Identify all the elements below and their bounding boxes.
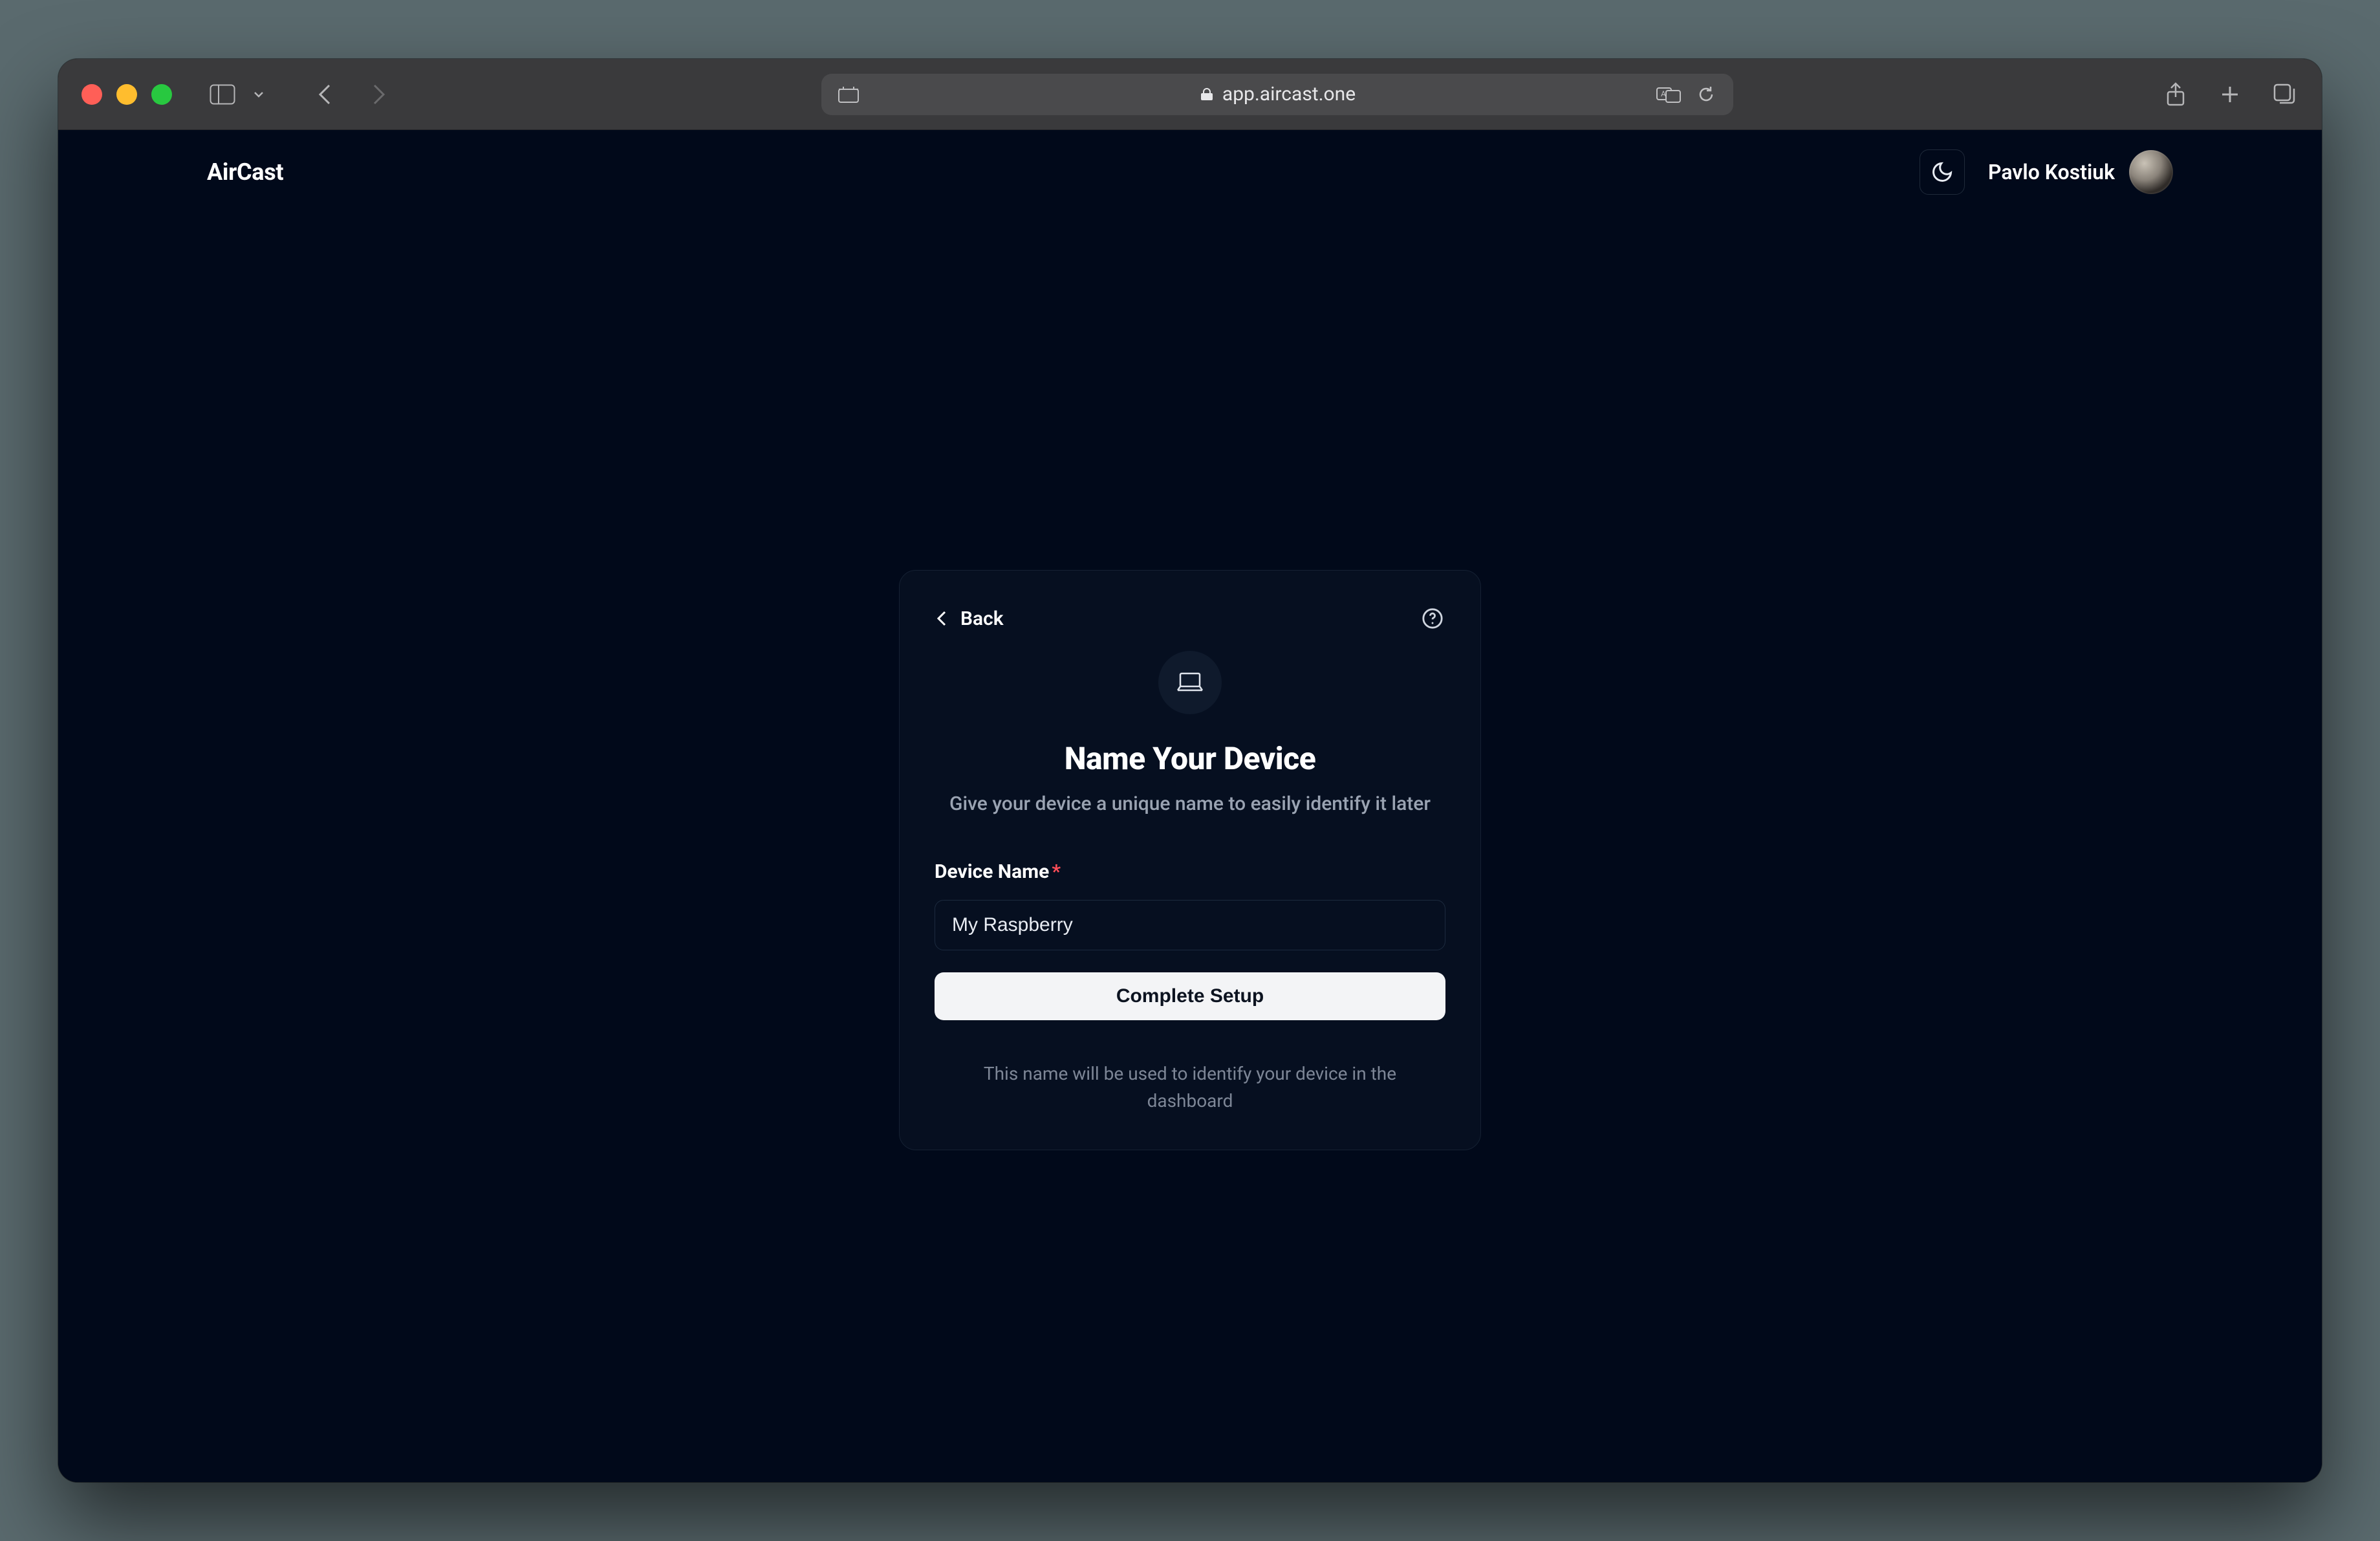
app-header: AirCast Pavlo Kostiuk (58, 130, 2322, 214)
laptop-icon (1175, 670, 1205, 695)
website-settings-icon[interactable] (834, 80, 863, 109)
close-window-button[interactable] (81, 84, 102, 105)
device-icon-bubble (1158, 651, 1222, 714)
field-label-text: Device Name (935, 860, 1049, 883)
back-label: Back (960, 607, 1004, 630)
window-controls (81, 84, 172, 105)
setup-card: Back (899, 570, 1481, 1150)
url-display: app.aircast.one (1199, 83, 1356, 105)
nav-buttons (310, 80, 393, 109)
field-label: Device Name* (935, 860, 1445, 883)
svg-text:A: A (1661, 89, 1666, 98)
card-header-row: Back (935, 606, 1445, 631)
theme-toggle-button[interactable] (1920, 149, 1965, 195)
address-bar-wrap: app.aircast.one A (821, 74, 1733, 115)
user-name: Pavlo Kostiuk (1988, 160, 2115, 184)
card-subtitle: Give your device a unique name to easily… (935, 792, 1445, 815)
hint-text: This name will be used to identify your … (935, 1060, 1445, 1115)
address-bar[interactable]: app.aircast.one A (821, 74, 1733, 115)
back-icon[interactable] (310, 80, 339, 109)
chevron-down-icon[interactable] (244, 80, 273, 109)
device-name-form: Device Name* Complete Setup This name wi… (935, 860, 1445, 1115)
help-circle-icon (1422, 607, 1444, 629)
moon-icon (1931, 160, 1954, 184)
reload-icon[interactable] (1692, 80, 1720, 109)
forward-icon (365, 80, 393, 109)
brand-logo[interactable]: AirCast (207, 158, 283, 186)
header-right: Pavlo Kostiuk (1920, 149, 2173, 195)
new-tab-icon[interactable] (2216, 80, 2244, 109)
device-name-input[interactable] (935, 900, 1445, 950)
user-menu[interactable]: Pavlo Kostiuk (1988, 150, 2173, 194)
avatar (2129, 150, 2173, 194)
share-icon[interactable] (2161, 80, 2190, 109)
complete-setup-button[interactable]: Complete Setup (935, 972, 1445, 1020)
back-button[interactable]: Back (935, 607, 1004, 630)
browser-window: app.aircast.one A (58, 59, 2322, 1482)
help-button[interactable] (1420, 606, 1445, 631)
fullscreen-window-button[interactable] (151, 84, 172, 105)
main-content: Back (58, 214, 2322, 1482)
sidebar-toggle-group (208, 80, 273, 109)
chevron-left-icon (935, 609, 949, 628)
tab-overview-icon[interactable] (2270, 80, 2299, 109)
sidebar-icon[interactable] (208, 80, 237, 109)
translate-icon[interactable]: A (1654, 80, 1683, 109)
url-text: app.aircast.one (1222, 83, 1356, 105)
app-viewport: AirCast Pavlo Kostiuk (58, 130, 2322, 1482)
minimize-window-button[interactable] (116, 84, 137, 105)
card-title: Name Your Device (935, 740, 1445, 777)
required-asterisk: * (1052, 860, 1061, 883)
lock-icon (1199, 87, 1215, 102)
browser-toolbar: app.aircast.one A (58, 59, 2322, 130)
toolbar-right (2161, 80, 2299, 109)
